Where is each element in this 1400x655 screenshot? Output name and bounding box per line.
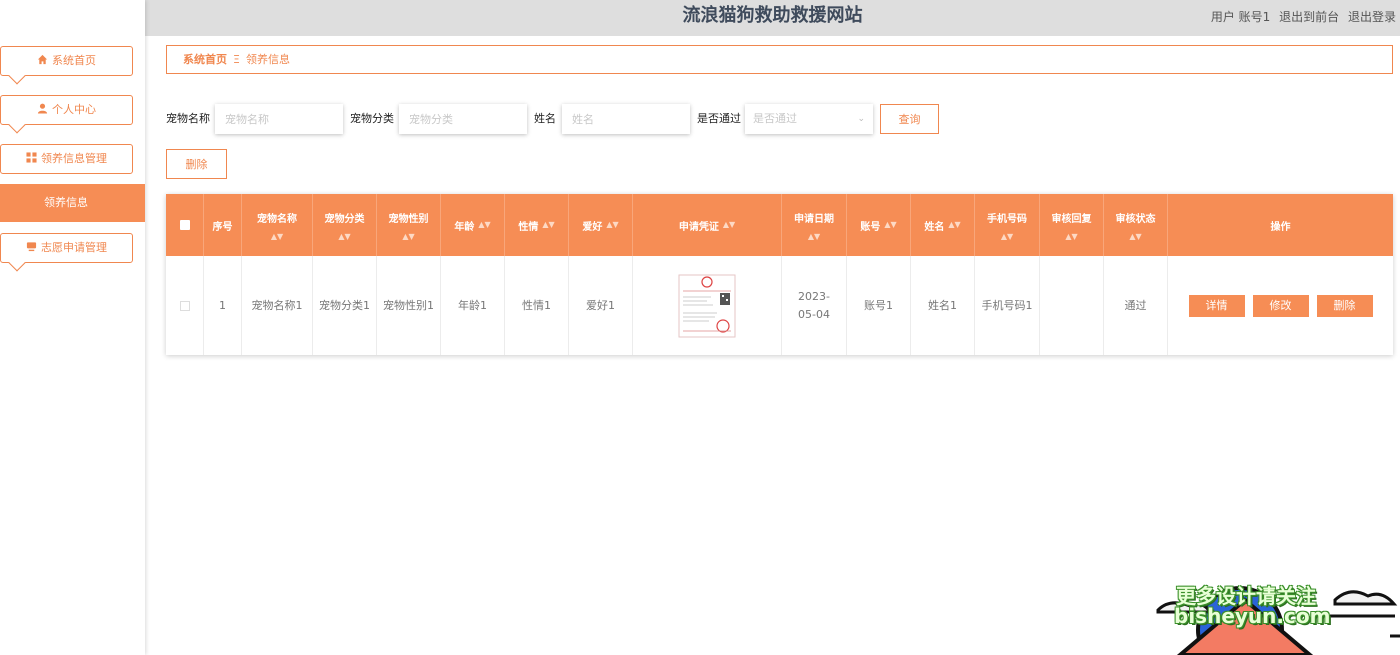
home-icon <box>37 47 48 75</box>
certificate-thumbnail[interactable] <box>677 273 737 339</box>
header-select-all[interactable] <box>166 194 204 256</box>
cell-actions: 详情 修改 删除 <box>1168 256 1393 355</box>
row-checkbox[interactable] <box>179 300 190 311</box>
edit-button[interactable]: 修改 <box>1252 294 1309 317</box>
header-account[interactable]: 账号 ▲▼ <box>847 194 911 256</box>
logout-link[interactable]: 退出登录 <box>1348 10 1396 24</box>
name-label: 姓名 <box>534 112 556 125</box>
pet-type-label: 宠物分类 <box>350 112 394 125</box>
cell-hobby: 爱好1 <box>569 256 633 355</box>
sort-icon[interactable]: ▲▼ <box>948 221 960 229</box>
sort-icon[interactable]: ▲▼ <box>542 221 554 229</box>
passed-select-placeholder: 是否通过 <box>753 112 797 125</box>
back-to-front-link[interactable]: 退出到前台 <box>1279 10 1339 24</box>
sort-icon[interactable]: ▲▼ <box>478 221 490 229</box>
watermark-text-line2: bisheyun.com <box>1174 604 1331 628</box>
cell-pet-gender: 宠物性别1 <box>377 256 441 355</box>
cell-certificate <box>633 256 782 355</box>
pet-type-input[interactable] <box>399 104 527 134</box>
sort-icon[interactable]: ▲▼ <box>723 221 735 229</box>
cell-phone: 手机号码1 <box>975 256 1040 355</box>
sort-icon[interactable]: ▲▼ <box>884 221 896 229</box>
cell-age: 年龄1 <box>441 256 505 355</box>
cell-name: 姓名1 <box>911 256 975 355</box>
sort-icon[interactable]: ▲▼ <box>1065 232 1077 241</box>
header-pet-gender[interactable]: 宠物性别 ▲▼ <box>377 194 441 256</box>
sidebar-item-home[interactable]: 系统首页 <box>0 46 133 85</box>
cell-pet-name: 宠物名称1 <box>242 256 313 355</box>
table-body: 1 宠物名称1 宠物分类1 宠物性别1 年龄1 性情1 爱好1 2023-05-… <box>166 256 1393 355</box>
cell-review-status: 通过 <box>1104 256 1168 355</box>
breadcrumb-separator: Ξ <box>233 53 240 66</box>
table-header: 序号 宠物名称 ▲▼ 宠物分类 ▲▼ 宠物性别 ▲▼ 年龄 ▲▼ 性情 ▲▼ 爱好 ▲▼ 申… <box>166 194 1393 256</box>
header-pet-type[interactable]: 宠物分类 ▲▼ <box>313 194 377 256</box>
current-user-label: 用户 账号1 <box>1210 10 1271 24</box>
sidebar-item-label: 个人中心 <box>52 103 96 116</box>
watermark-logo: 更多设计请关注 bisheyun.com <box>1150 560 1400 655</box>
pet-name-input[interactable] <box>215 104 343 134</box>
header-actions: 操作 <box>1270 221 1291 233</box>
sort-icon[interactable]: ▲▼ <box>606 221 618 229</box>
header-pet-name[interactable]: 宠物名称 ▲▼ <box>242 194 313 256</box>
row-select-cell <box>166 256 204 355</box>
breadcrumb-home-link[interactable]: 系统首页 <box>183 53 227 66</box>
cell-apply-date: 2023-05-04 <box>782 256 847 355</box>
cell-temperament: 性情1 <box>505 256 569 355</box>
header-apply-date[interactable]: 申请日期 ▲▼ <box>782 194 847 256</box>
menu-tail <box>8 116 26 134</box>
batch-delete-button[interactable]: 删除 <box>166 149 227 179</box>
header-temperament[interactable]: 性情 ▲▼ <box>505 194 569 256</box>
sidebar-item-label: 系统首页 <box>52 54 96 67</box>
sort-icon[interactable]: ▲▼ <box>338 232 350 241</box>
header-review-status[interactable]: 审核状态 ▲▼ <box>1104 194 1168 256</box>
sort-icon[interactable]: ▲▼ <box>808 232 820 241</box>
sort-icon[interactable]: ▲▼ <box>271 232 283 241</box>
chevron-down-icon: ⌄ <box>857 114 865 124</box>
header-review-reply[interactable]: 审核回复 ▲▼ <box>1040 194 1104 256</box>
select-all-checkbox[interactable] <box>179 220 190 230</box>
passed-select[interactable]: 是否通过 ⌄ <box>745 104 873 134</box>
breadcrumb-current: 领养信息 <box>245 53 290 66</box>
name-input[interactable] <box>562 104 690 134</box>
sort-icon[interactable]: ▲▼ <box>402 232 414 241</box>
cell-index: 1 <box>204 256 242 355</box>
sort-icon[interactable]: ▲▼ <box>1129 232 1141 241</box>
user-actions: 用户 账号1 退出到前台 退出登录 <box>1206 8 1396 25</box>
sidebar-item-adoption-management[interactable]: 领养信息管理 <box>0 144 133 174</box>
header-phone[interactable]: 手机号码 ▲▼ <box>975 194 1040 256</box>
adoption-table: 序号 宠物名称 ▲▼ 宠物分类 ▲▼ 宠物性别 ▲▼ 年龄 ▲▼ 性情 ▲▼ 爱好 ▲▼ 申… <box>166 194 1393 355</box>
sidebar-item-label: 领养信息管理 <box>41 152 107 165</box>
menu-tail <box>8 254 26 272</box>
pet-name-label: 宠物名称 <box>166 112 210 125</box>
query-button[interactable]: 查询 <box>880 104 939 134</box>
breadcrumb: 系统首页 Ξ 领养信息 <box>166 45 1393 74</box>
header-name[interactable]: 姓名 ▲▼ <box>911 194 975 256</box>
header-index: 序号 <box>204 194 242 256</box>
passed-label: 是否通过 <box>697 112 741 125</box>
cell-account: 账号1 <box>847 256 911 355</box>
cell-review-reply <box>1040 256 1104 355</box>
user-icon <box>37 96 48 124</box>
top-bar: 流浪猫狗救助救援网站 用户 账号1 退出到前台 退出登录 <box>0 0 1400 36</box>
sidebar-item-profile[interactable]: 个人中心 <box>0 95 133 134</box>
sidebar-subitem-adoption-info[interactable]: 领养信息 <box>0 184 145 222</box>
sidebar-item-volunteer-management[interactable]: 志愿申请管理 <box>0 233 133 272</box>
row-delete-button[interactable]: 删除 <box>1316 294 1373 317</box>
detail-button[interactable]: 详情 <box>1188 294 1245 317</box>
menu-tail <box>8 67 26 85</box>
header-hobby[interactable]: 爱好 ▲▼ <box>569 194 633 256</box>
grid-icon <box>26 145 37 173</box>
sort-icon[interactable]: ▲▼ <box>1001 232 1013 241</box>
header-certificate[interactable]: 申请凭证 ▲▼ <box>633 194 782 256</box>
sidebar: 系统首页 个人中心 领养信息管理 领养信息 志愿申请管理 <box>0 0 145 655</box>
cell-pet-type: 宠物分类1 <box>313 256 377 355</box>
monitor-icon <box>26 234 37 262</box>
sidebar-item-label: 志愿申请管理 <box>41 241 107 254</box>
header-age[interactable]: 年龄 ▲▼ <box>441 194 505 256</box>
